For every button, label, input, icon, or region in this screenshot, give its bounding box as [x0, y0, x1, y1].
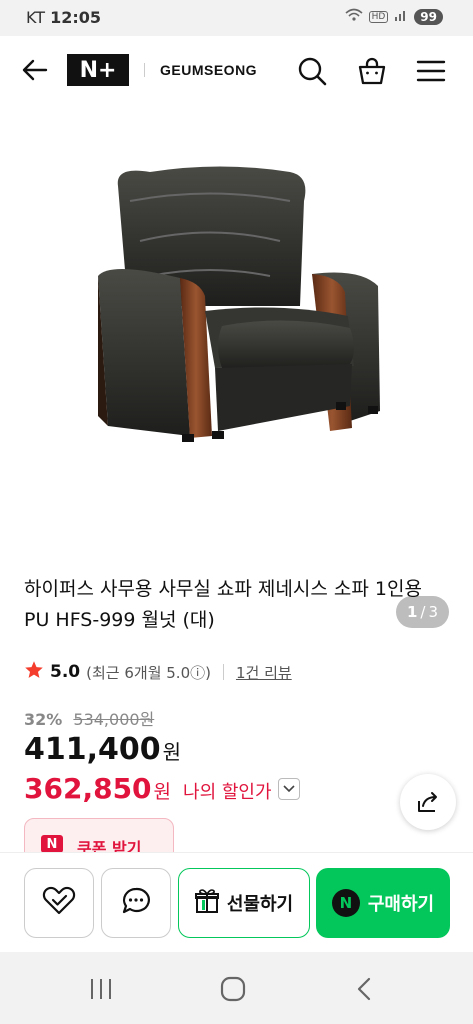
my-price-value: 362,850 [24, 772, 152, 805]
bottom-action-bar: 선물하기 N 구매하기 [0, 852, 473, 953]
recent-apps-icon[interactable] [88, 976, 114, 1006]
app-header: N+ GEUMSEONG [0, 36, 473, 107]
cart-icon[interactable] [357, 56, 387, 86]
status-right: HD 99 [345, 8, 443, 25]
sale-price: 411,400 원 [24, 732, 181, 767]
my-price-label: 나의 할인가 [183, 782, 272, 803]
rating-score: 5.0 [50, 662, 81, 682]
original-price: 534,000원 [73, 710, 155, 729]
rating-row: 5.0 (최근 6개월 5.0ⓘ) 1건 리뷰 [24, 660, 292, 684]
recent-rating[interactable]: (최근 6개월 5.0ⓘ) [86, 662, 211, 683]
my-discount-price[interactable]: 362,850 원 나의 할인가 [24, 772, 300, 805]
gift-icon [194, 888, 219, 919]
clock: 12:05 [50, 8, 102, 27]
chevron-down-icon[interactable] [277, 777, 300, 800]
arrow-left-icon[interactable] [20, 55, 50, 85]
star-icon [24, 660, 44, 684]
wifi-icon [345, 8, 363, 25]
heart-check-icon [41, 886, 77, 920]
hamburger-menu-icon[interactable] [416, 56, 446, 86]
discount-row: 32% 534,000원 [24, 706, 154, 730]
system-nav-bar [0, 952, 473, 1024]
status-left: KT 12:05 [26, 8, 101, 27]
naver-plus-logo[interactable]: N+ [67, 54, 129, 86]
battery-indicator: 99 [414, 8, 443, 25]
header-divider [144, 63, 145, 77]
coupon-badge: N [41, 835, 63, 853]
carrier: KT [26, 8, 46, 27]
home-icon[interactable] [220, 976, 246, 1006]
talk-button[interactable] [101, 868, 171, 938]
search-icon[interactable] [297, 56, 327, 86]
chat-bubble-icon [120, 885, 152, 921]
share-icon[interactable] [400, 774, 456, 830]
sofa-illustration [98, 166, 380, 442]
discount-percent: 32% [24, 710, 63, 729]
wishlist-button[interactable] [24, 868, 94, 938]
rating-divider [222, 664, 224, 680]
system-back-icon[interactable] [352, 976, 378, 1006]
status-bar: KT 12:05 HD 99 [0, 0, 473, 36]
my-price-unit: 원 [153, 781, 172, 803]
sale-price-value: 411,400 [24, 732, 161, 767]
buy-button[interactable]: N 구매하기 [316, 868, 450, 938]
signal-icon [394, 8, 408, 25]
hd-icon: HD [368, 10, 389, 23]
gift-label: 선물하기 [226, 894, 294, 915]
brand-name[interactable]: GEUMSEONG [160, 62, 257, 78]
product-title: 하이퍼스 사무용 사무실 쇼파 제네시스 소파 1인용 PU HFS-999 월… [24, 578, 422, 631]
product-image[interactable]: 1 / 3 [0, 106, 473, 628]
review-count-link[interactable]: 1건 리뷰 [236, 662, 292, 683]
gift-button[interactable]: 선물하기 [178, 868, 310, 938]
naver-n-badge: N [331, 889, 360, 917]
sale-price-unit: 원 [162, 740, 182, 764]
buy-label: 구매하기 [367, 894, 435, 915]
